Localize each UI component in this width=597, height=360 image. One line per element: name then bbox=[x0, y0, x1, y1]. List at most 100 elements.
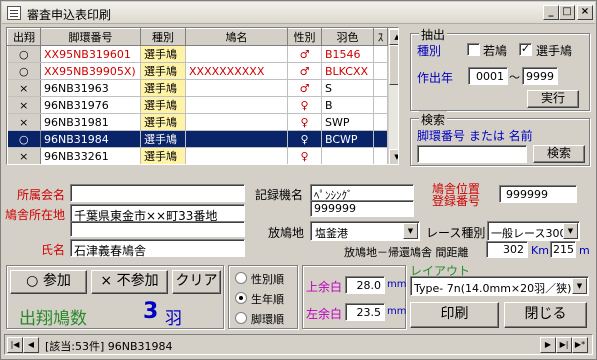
left-margin-input[interactable]: 23.5 bbox=[345, 303, 385, 321]
scroll-thumb[interactable] bbox=[389, 45, 398, 85]
row-type[interactable]: 選手鳩 bbox=[140, 147, 186, 164]
row-color[interactable]: B1546 bbox=[321, 45, 374, 63]
row-type[interactable]: 選手鳩 bbox=[140, 96, 186, 114]
row-name[interactable] bbox=[185, 130, 288, 148]
print-button[interactable]: 印刷 bbox=[410, 302, 499, 328]
row-type[interactable]: 選手鳩 bbox=[140, 45, 186, 63]
table-row[interactable]: × 96NB31963 選手鳩 ♂ S bbox=[7, 79, 388, 97]
sort-year-radio[interactable] bbox=[235, 292, 247, 304]
row-sex[interactable]: ♂ bbox=[287, 79, 322, 97]
year-to-input[interactable]: 9999 bbox=[522, 67, 558, 85]
last-record-icon[interactable]: ▶| bbox=[556, 337, 572, 353]
scroll-down-icon[interactable]: ▼ bbox=[389, 149, 398, 164]
row-flag[interactable]: × bbox=[7, 147, 41, 164]
row-name[interactable]: XXXXXXXXXX bbox=[185, 62, 288, 80]
col-header-flag[interactable]: 出翔 bbox=[7, 28, 41, 46]
row-extra[interactable] bbox=[373, 62, 388, 80]
row-sex[interactable]: ♀ bbox=[287, 147, 322, 164]
row-ring[interactable]: XX95NB39905X) bbox=[40, 62, 141, 80]
chevron-down-icon[interactable]: ▼ bbox=[572, 278, 587, 294]
row-type[interactable]: 選手鳩 bbox=[140, 113, 186, 131]
year-from-input[interactable]: 0001 bbox=[468, 67, 508, 85]
table-row[interactable]: × 96NB33261 選手鳩 ♀ bbox=[7, 147, 388, 164]
row-flag[interactable]: ○ bbox=[7, 130, 41, 148]
row-ring[interactable]: 96NB33261 bbox=[40, 147, 141, 164]
col-header-sex[interactable]: 性別 bbox=[287, 28, 322, 46]
row-sex[interactable]: ♀ bbox=[287, 113, 322, 131]
row-extra[interactable] bbox=[373, 96, 388, 114]
distance-km-input[interactable]: 302 bbox=[486, 241, 528, 258]
row-name[interactable] bbox=[186, 165, 288, 166]
col-header-color[interactable]: 羽色 bbox=[321, 28, 374, 46]
table-row[interactable]: × 96NB31976 選手鳩 ♀ B bbox=[7, 96, 388, 114]
sort-sex-radio[interactable] bbox=[235, 272, 247, 284]
race-type-select[interactable]: 一般レース300k ▼ bbox=[487, 221, 580, 241]
row-name[interactable] bbox=[185, 45, 288, 63]
col-header-name[interactable]: 鳩名 bbox=[185, 28, 288, 46]
row-ring[interactable]: 96NB31984 bbox=[40, 130, 141, 148]
row-extra[interactable] bbox=[373, 113, 388, 131]
new-record-icon[interactable]: ▶* bbox=[572, 337, 588, 353]
row-extra[interactable] bbox=[373, 147, 388, 164]
row-ring[interactable]: 96NB31963 bbox=[40, 79, 141, 97]
table-row[interactable]: ○ 96NB31984 選手鳩 ♀ BCWP bbox=[7, 130, 388, 148]
row-type[interactable]: 選手鳩 bbox=[140, 130, 186, 148]
clear-button[interactable]: クリア bbox=[172, 270, 221, 294]
row-name[interactable] bbox=[185, 147, 288, 164]
prev-record-icon[interactable]: ◀ bbox=[23, 337, 39, 353]
row-name[interactable] bbox=[185, 79, 288, 97]
pigeon-grid[interactable]: 出翔 脚環番号 種別 鳩名 性別 羽色 ｽ ○ XX95NB319601 選手鳩 ♂ B… bbox=[6, 27, 399, 165]
address-line2-input[interactable] bbox=[70, 221, 245, 237]
row-sex[interactable]: ♂ bbox=[287, 45, 322, 63]
maximize-button[interactable]: □ bbox=[559, 5, 575, 20]
row-sex[interactable]: ♀ bbox=[287, 130, 322, 148]
row-flag[interactable]: × bbox=[8, 165, 41, 166]
col-header-ring[interactable]: 脚環番号 bbox=[40, 28, 141, 46]
row-flag[interactable]: × bbox=[7, 96, 41, 114]
club-input[interactable] bbox=[70, 184, 245, 202]
row-color[interactable]: BCWP bbox=[321, 130, 374, 148]
col-header-more[interactable]: ｽ bbox=[373, 28, 388, 46]
row-color[interactable]: SWP bbox=[321, 113, 374, 131]
sort-ring-radio[interactable] bbox=[235, 312, 247, 324]
table-row[interactable]: ×96NB33264選手鳩 ♀BC bbox=[8, 165, 388, 166]
layout-select[interactable]: Type- 7n(14.0mm×20羽／狭) ▼ bbox=[410, 276, 589, 296]
name-input[interactable]: 石津義春鳩舎 bbox=[70, 239, 245, 258]
row-flag[interactable]: ○ bbox=[7, 45, 41, 63]
release-select[interactable]: 塩釜港 ▼ bbox=[310, 221, 420, 241]
row-extra[interactable] bbox=[373, 130, 388, 148]
address-line1-input[interactable]: 千葉県東金市××町33番地 bbox=[70, 204, 245, 223]
row-color[interactable]: BC bbox=[322, 165, 374, 166]
row-ring[interactable]: 96NB31976 bbox=[40, 96, 141, 114]
row-extra[interactable] bbox=[373, 45, 388, 63]
minimize-button[interactable]: _ bbox=[543, 5, 559, 20]
row-sex[interactable]: ♀ bbox=[287, 96, 322, 114]
table-row[interactable]: × 96NB31981 選手鳩 ♀ SWP bbox=[7, 113, 388, 131]
chevron-down-icon[interactable]: ▼ bbox=[403, 223, 418, 239]
row-type[interactable]: 選手鳩 bbox=[141, 165, 186, 166]
row-flag[interactable]: ○ bbox=[7, 62, 41, 80]
row-sex[interactable]: ♀ bbox=[288, 165, 322, 166]
next-record-icon[interactable]: ▶ bbox=[540, 337, 556, 353]
row-extra[interactable] bbox=[374, 165, 388, 166]
row-ring[interactable]: 96NB31981 bbox=[40, 113, 141, 131]
search-button[interactable]: 検索 bbox=[533, 145, 585, 163]
row-ring[interactable]: XX95NB319601 bbox=[40, 45, 141, 63]
racer-checkbox[interactable]: ✓ bbox=[519, 43, 532, 56]
row-name[interactable] bbox=[185, 96, 288, 114]
row-flag[interactable]: × bbox=[7, 113, 41, 131]
row-ring[interactable]: 96NB33264 bbox=[41, 165, 141, 166]
young-checkbox[interactable] bbox=[467, 43, 480, 56]
search-input[interactable] bbox=[417, 145, 527, 163]
close-window-button[interactable]: × bbox=[577, 5, 593, 20]
row-extra[interactable] bbox=[373, 79, 388, 97]
first-record-icon[interactable]: |◀ bbox=[7, 337, 23, 353]
grid-vertical-scrollbar[interactable]: ▲ ▼ bbox=[388, 29, 398, 164]
run-button[interactable]: 実行 bbox=[527, 90, 579, 108]
distance-m-input[interactable]: 215 bbox=[550, 241, 576, 258]
table-row[interactable]: ○ XX95NB319601 選手鳩 ♂ B1546 bbox=[7, 45, 388, 63]
table-row[interactable]: ○ XX95NB39905X) 選手鳩 XXXXXXXXXX ♂ BLKCXX bbox=[7, 62, 388, 80]
record-line2-input[interactable]: 999999 bbox=[310, 200, 414, 217]
close-button[interactable]: 閉じる bbox=[504, 302, 587, 328]
row-type[interactable]: 選手鳩 bbox=[140, 62, 186, 80]
